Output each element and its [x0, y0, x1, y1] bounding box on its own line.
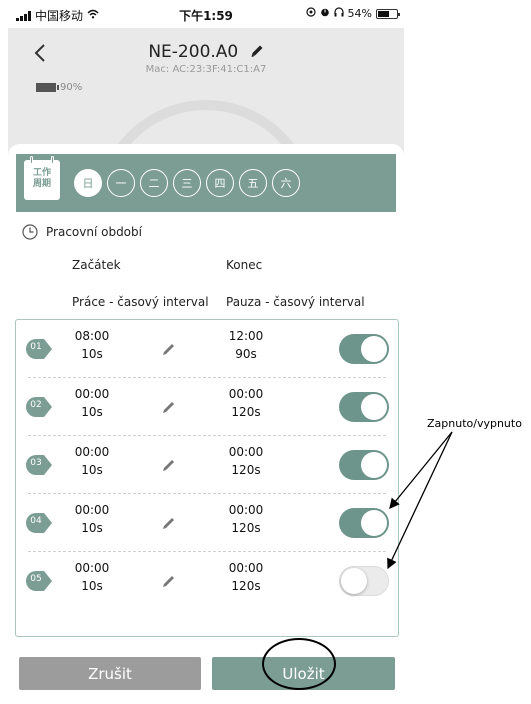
device-battery-percent: 90% [60, 82, 83, 93]
start-time: 00:00 [74, 503, 110, 517]
device-title-row: NE-200.A0 [8, 42, 404, 62]
row-number: 01 [30, 342, 42, 352]
calendar-label-line1: 工作 [32, 168, 51, 178]
row-enable-toggle[interactable] [339, 508, 389, 538]
start-header: Začátek [72, 258, 121, 272]
edit-row-icon[interactable] [162, 342, 176, 356]
device-battery-icon [36, 83, 59, 92]
row-enable-toggle[interactable] [339, 566, 389, 596]
day-tab-wed[interactable]: 三 [173, 169, 201, 197]
end-time: 00:00 [228, 561, 264, 575]
work-interval: 10s [81, 463, 103, 477]
schedule-list: 01 08:00 10s 12:00 90s 02 00:00 10s 00:0… [15, 319, 399, 637]
toggle-annotation: Zapnuto/vypnuto [427, 417, 522, 430]
schedule-row: 02 00:00 10s 00:00 120s [16, 378, 398, 436]
day-tab-thu[interactable]: 四 [206, 169, 234, 197]
day-selector-bar: 工作 周期 日 一 二 三 四 五 六 [16, 154, 396, 212]
pause-interval: 120s [231, 579, 261, 593]
day-tab-tue[interactable]: 二 [140, 169, 168, 197]
schedule-row: 05 00:00 10s 00:00 120s [16, 552, 398, 610]
pause-interval: 90s [235, 347, 257, 361]
calendar-icon: 工作 周期 [24, 156, 60, 200]
save-highlight-circle [262, 638, 336, 690]
edit-row-icon[interactable] [162, 516, 176, 530]
end-time: 00:00 [228, 387, 264, 401]
cancel-button[interactable]: Zrušit [19, 657, 201, 690]
status-bar: 中国移动 下午1:59 54% [8, 0, 404, 28]
day-tab-fri[interactable]: 五 [239, 169, 267, 197]
mac-address: AC:23:3F:41:C1:A7 [172, 64, 267, 75]
pause-interval: 120s [231, 521, 261, 535]
schedule-sheet: 工作 周期 日 一 二 三 四 五 六 Pracovní období Začá… [8, 144, 404, 704]
device-title: NE-200.A0 [148, 42, 239, 62]
mac-address-row: Mac: AC:23:3F:41:C1:A7 [8, 64, 404, 75]
row-number: 02 [30, 400, 42, 410]
row-number: 03 [30, 458, 42, 468]
day-tab-sat[interactable]: 六 [272, 169, 300, 197]
row-number: 04 [30, 516, 42, 526]
battery-percent: 54% [347, 7, 372, 20]
start-time: 00:00 [74, 387, 110, 401]
edit-row-icon[interactable] [162, 458, 176, 472]
edit-title-icon[interactable] [250, 44, 264, 58]
row-enable-toggle[interactable] [339, 334, 389, 364]
weekday-tabs: 日 一 二 三 四 五 六 [74, 169, 300, 197]
work-interval: 10s [81, 405, 103, 419]
start-time: 08:00 [74, 329, 110, 343]
edit-row-icon[interactable] [162, 574, 176, 588]
end-header: Konec [226, 258, 263, 272]
work-interval: 10s [81, 521, 103, 535]
headphones-icon [333, 7, 344, 20]
work-interval: 10s [81, 579, 103, 593]
edit-row-icon[interactable] [162, 400, 176, 414]
row-enable-toggle[interactable] [339, 392, 389, 422]
work-interval-header: Práce - časový interval [72, 295, 209, 309]
device-header: NE-200.A0 Mac: AC:23:3F:41:C1:A7 90% [8, 28, 404, 320]
start-time: 00:00 [74, 561, 110, 575]
end-time: 00:00 [228, 503, 264, 517]
phone-screen: 中国移动 下午1:59 54% NE-200.A0 Mac: AC:23:3F:… [8, 0, 404, 704]
row-enable-toggle[interactable] [339, 450, 389, 480]
pause-interval: 120s [231, 405, 261, 419]
row-number: 05 [30, 574, 42, 584]
end-time: 12:00 [228, 329, 264, 343]
period-heading: Pracovní období [22, 224, 142, 240]
device-battery: 90% [36, 82, 82, 93]
pause-interval-header: Pauza - časový interval [226, 295, 365, 309]
schedule-row: 01 08:00 10s 12:00 90s [16, 320, 398, 378]
battery-icon [376, 8, 400, 19]
end-time: 00:00 [228, 445, 264, 459]
schedule-row: 03 00:00 10s 00:00 120s [16, 436, 398, 494]
calendar-label-line2: 周期 [32, 179, 51, 189]
period-label: Pracovní období [46, 225, 142, 239]
alarm-icon [320, 7, 330, 20]
schedule-row: 04 00:00 10s 00:00 120s [16, 494, 398, 552]
day-tab-mon[interactable]: 一 [107, 169, 135, 197]
pause-interval: 120s [231, 463, 261, 477]
work-interval: 10s [81, 347, 103, 361]
location-icon [305, 7, 316, 20]
day-tab-sun[interactable]: 日 [74, 169, 102, 197]
clock-icon [22, 224, 38, 240]
mac-label: Mac: [145, 64, 170, 75]
start-time: 00:00 [74, 445, 110, 459]
